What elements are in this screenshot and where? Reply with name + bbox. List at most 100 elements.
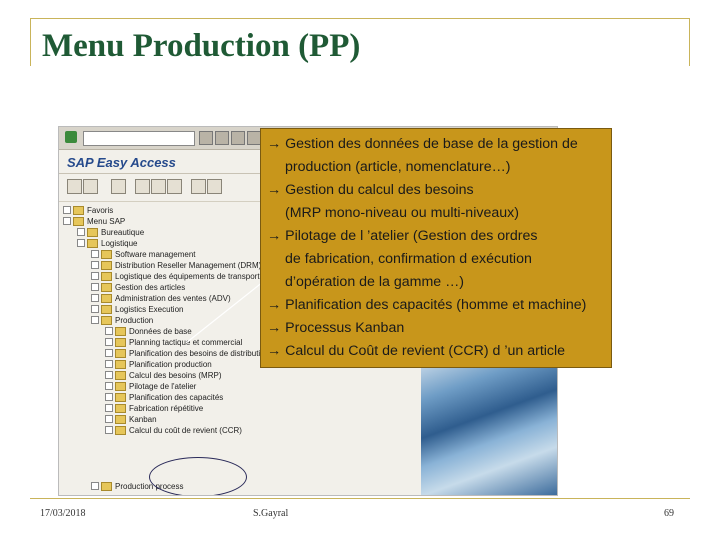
tree-node[interactable]: Pilotage de l'atelier	[105, 381, 196, 391]
tree-node-label: Planification des capacités	[129, 392, 224, 402]
tree-node[interactable]: Gestion des articles	[91, 282, 185, 292]
folder-icon	[101, 293, 112, 303]
tree-node[interactable]: Logistics Execution	[91, 304, 183, 314]
tree-node-label: Favoris	[87, 205, 114, 215]
tree-node-label: Distribution Reseller Management (DRM)	[115, 260, 262, 270]
expand-icon[interactable]	[91, 272, 99, 280]
tree-node[interactable]: Logistique des équipements de transport	[91, 271, 260, 281]
callout-line: → Pilotage de l ’atelier (Gestion des or…	[267, 228, 538, 244]
tree-node[interactable]: Software management	[91, 249, 196, 259]
tree-node[interactable]: Calcul du coût de revient (CCR)	[105, 425, 242, 435]
tree-node[interactable]: Planification des besoins de distributio…	[105, 348, 269, 358]
collapse-icon[interactable]	[77, 239, 85, 247]
tree-node[interactable]: Bureautique	[77, 227, 144, 237]
tree-node[interactable]: Menu SAP	[63, 216, 125, 226]
cancel-icon[interactable]	[247, 131, 261, 145]
collapse-icon[interactable]	[91, 316, 99, 324]
back-icon[interactable]	[215, 131, 229, 145]
tree-node-label: Pilotage de l'atelier	[129, 381, 197, 391]
expand-icon[interactable]	[105, 349, 113, 357]
expand-icon[interactable]	[105, 393, 113, 401]
expand-icon[interactable]	[91, 482, 99, 490]
menu-icon[interactable]	[67, 179, 82, 194]
command-field[interactable]	[83, 131, 195, 146]
folder-icon	[101, 249, 112, 259]
callout-line: → Planification des capacités (homme et …	[267, 297, 587, 313]
exit-icon[interactable]	[231, 131, 245, 145]
tree-node-label: Gestion des articles	[115, 282, 186, 292]
save-icon[interactable]	[199, 131, 213, 145]
expand-icon[interactable]	[105, 404, 113, 412]
slide-frame-right	[689, 18, 690, 66]
expand-icon[interactable]	[77, 228, 85, 236]
footer-author: S.Gayral	[253, 508, 289, 519]
folder-icon	[101, 304, 112, 314]
tree-node-label: Bureautique	[101, 227, 145, 237]
expand-icon[interactable]	[105, 371, 113, 379]
tree-node[interactable]: Planning tactique et commercial	[105, 337, 242, 347]
collapse-icon[interactable]	[63, 217, 71, 225]
tree-node[interactable]: Planification production	[105, 359, 212, 369]
expand-icon[interactable]	[105, 327, 113, 335]
expand-icon[interactable]	[91, 294, 99, 302]
folder-icon	[115, 403, 126, 413]
expand-icon[interactable]	[91, 250, 99, 258]
tree-node[interactable]: Administration des ventes (ADV)	[91, 293, 231, 303]
user-menu-icon[interactable]	[83, 179, 98, 194]
highlight-ellipse	[149, 457, 247, 495]
slide-frame-left	[30, 18, 31, 66]
tree-node[interactable]: Logistique	[77, 238, 137, 248]
folder-icon	[115, 381, 126, 391]
expand-icon[interactable]	[91, 283, 99, 291]
tree-node[interactable]: Fabrication répétitive	[105, 403, 203, 413]
move-down-icon[interactable]	[191, 179, 206, 194]
tree-node-label: Logistics Execution	[115, 304, 184, 314]
expand-icon[interactable]	[105, 426, 113, 434]
expand-icon[interactable]	[105, 360, 113, 368]
enter-icon[interactable]	[65, 131, 77, 143]
move-up-icon[interactable]	[207, 179, 222, 194]
folder-icon	[101, 481, 112, 491]
folder-icon	[87, 227, 98, 237]
tree-node-label: Calcul du coût de revient (CCR)	[129, 425, 242, 435]
folder-icon	[115, 414, 126, 424]
folder-icon	[73, 216, 84, 226]
folder-icon	[115, 370, 126, 380]
slide-title: Menu Production (PP)	[42, 28, 361, 64]
folder-icon	[73, 205, 84, 215]
folder-icon	[115, 392, 126, 402]
tree-node[interactable]: Favoris	[63, 205, 113, 215]
folder-icon	[115, 348, 126, 358]
callout-line: → Gestion du calcul des besoins	[267, 182, 474, 198]
tree-node-label: Planification production	[129, 359, 212, 369]
add-favorite-icon[interactable]	[135, 179, 150, 194]
tree-node[interactable]: Planification des capacités	[105, 392, 223, 402]
tree-node-production[interactable]: Production	[91, 315, 153, 325]
footer-page-number: 69	[664, 508, 674, 519]
folder-icon	[115, 337, 126, 347]
other-menu-icon[interactable]	[111, 179, 126, 194]
tree-node[interactable]: Distribution Reseller Management (DRM)	[91, 260, 261, 270]
tree-node-label: Logistique des équipements de transport	[115, 271, 260, 281]
expand-icon[interactable]	[105, 338, 113, 346]
slide-frame-top	[30, 18, 690, 19]
expand-icon[interactable]	[105, 382, 113, 390]
tree-node-label: Calcul des besoins (MRP)	[129, 370, 222, 380]
tree-node-label: Administration des ventes (ADV)	[115, 293, 231, 303]
expand-icon[interactable]	[91, 305, 99, 313]
tree-node-label: Planification des besoins de distributio…	[129, 348, 270, 358]
tree-node[interactable]: Kanban	[105, 414, 157, 424]
footer-date: 17/03/2018	[40, 508, 86, 519]
tree-node[interactable]: Données de base	[105, 326, 192, 336]
expand-icon[interactable]	[91, 261, 99, 269]
tree-node[interactable]: Calcul des besoins (MRP)	[105, 370, 221, 380]
delete-favorite-icon[interactable]	[151, 179, 166, 194]
callout-line: → Calcul du Coût de revient (CCR) d ’un …	[267, 343, 566, 359]
callout-line: (MRP mono-niveau ou multi-niveaux)	[285, 205, 519, 221]
expand-icon[interactable]	[105, 415, 113, 423]
expand-icon[interactable]	[63, 206, 71, 214]
tree-node-label: Planning tactique et commercial	[129, 337, 243, 347]
folder-icon	[101, 271, 112, 281]
change-favorite-icon[interactable]	[167, 179, 182, 194]
folder-icon	[87, 238, 98, 248]
